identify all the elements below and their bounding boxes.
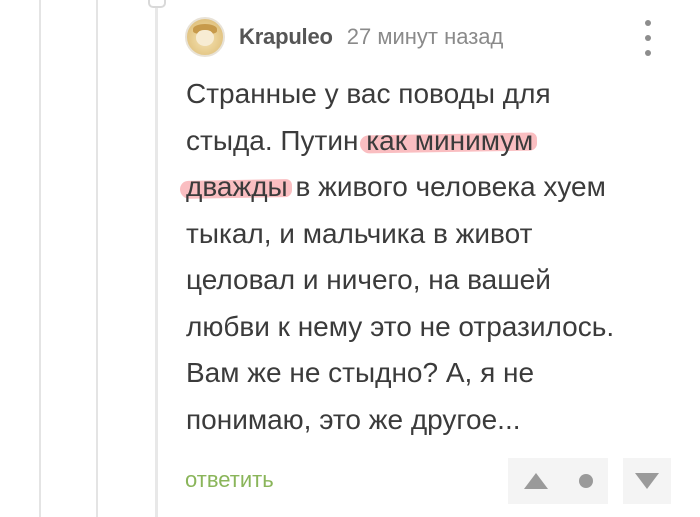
- highlighted-text: дважды: [186, 171, 288, 202]
- comment-line: тыкал, и мальчика в живот: [186, 217, 533, 249]
- arrow-down-icon: [635, 473, 659, 489]
- comment-line: дважды в живого человека хуем: [186, 171, 606, 202]
- comment-timestamp[interactable]: 27 минут назад: [347, 24, 504, 50]
- comment-line: стыда. Путин как минимум: [186, 124, 534, 156]
- rating-dot-icon: [578, 474, 593, 488]
- comment-line: любви к нему это не отразилось.: [186, 310, 615, 342]
- highlighted-text: как минимум: [366, 124, 534, 156]
- avatar[interactable]: [185, 17, 225, 57]
- downvote-button[interactable]: [623, 458, 671, 504]
- comment-line: Странные у вас поводы для: [186, 78, 551, 109]
- comment-header: Krapuleo 27 минут назад: [185, 16, 503, 58]
- comment-line: понимаю, это же другое...: [186, 403, 521, 435]
- avatar-face: [196, 30, 214, 46]
- thread-line: [96, 0, 98, 517]
- thread-line: [39, 0, 41, 517]
- thread-line[interactable]: [155, 0, 158, 517]
- more-options-icon[interactable]: [638, 20, 658, 56]
- menu-dot: [645, 35, 651, 41]
- reply-link[interactable]: ответить: [185, 467, 274, 493]
- comment-line: целовал и ничего, на вашей: [186, 264, 551, 295]
- comment-line: Вам же не стыдно? А, я не: [186, 357, 535, 388]
- thread-branch-icon: [148, 0, 166, 8]
- vote-up-box: [508, 458, 608, 504]
- arrow-up-icon[interactable]: [523, 473, 548, 489]
- comment-body: Странные у вас поводы для стыда. Путин к…: [186, 71, 686, 443]
- comment-author[interactable]: Krapuleo: [239, 24, 333, 50]
- menu-dot: [645, 20, 651, 26]
- menu-dot: [645, 50, 651, 56]
